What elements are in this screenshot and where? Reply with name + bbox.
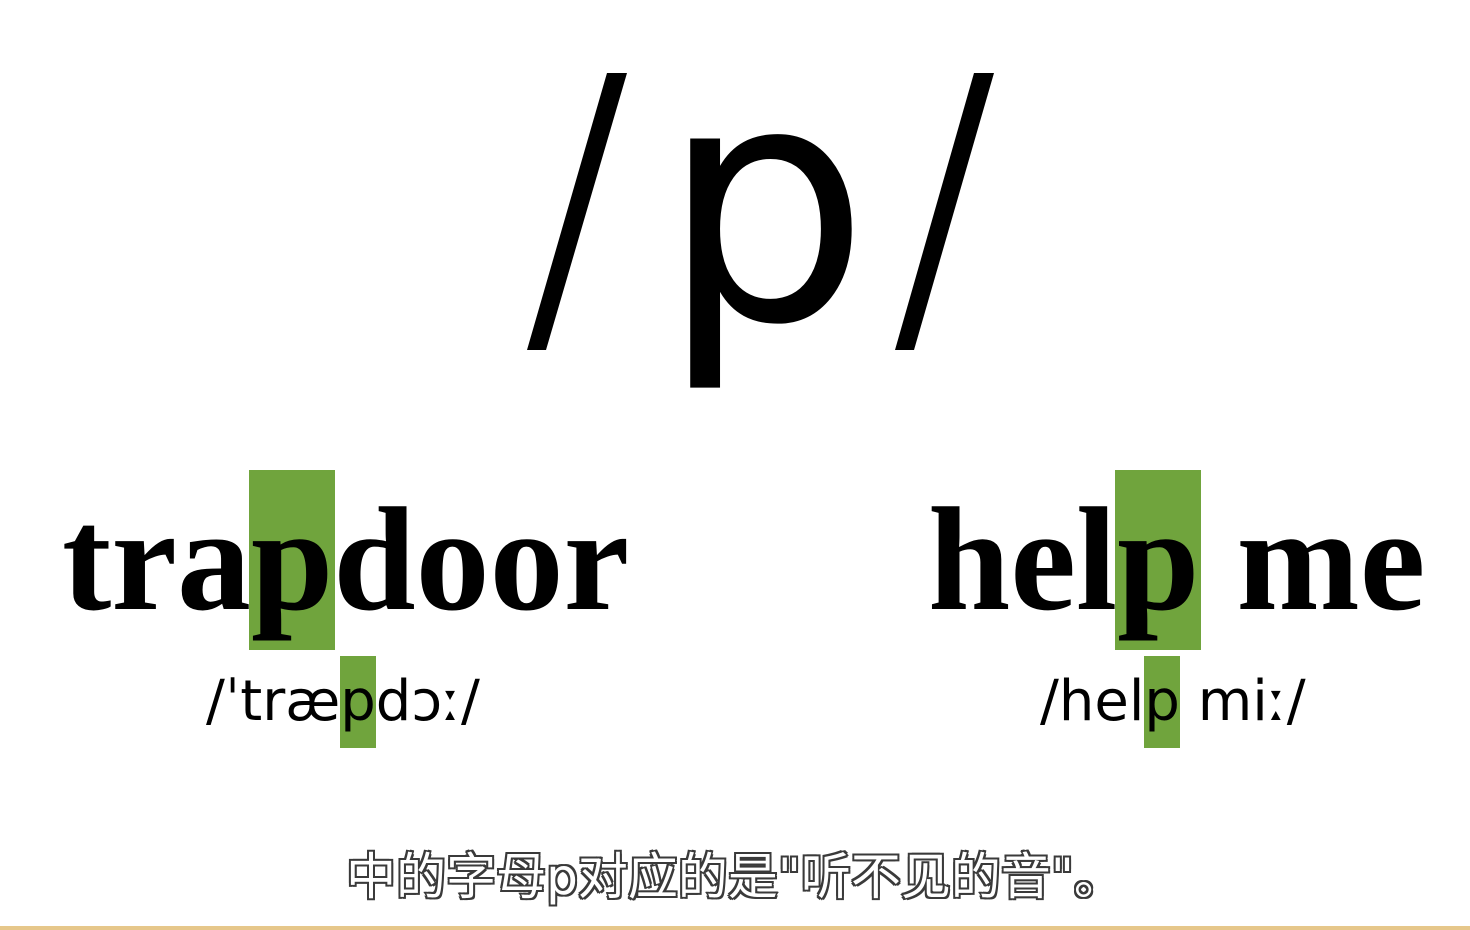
- word-highlighted-letter: p: [1115, 470, 1202, 650]
- word-highlighted-letter: p: [248, 470, 336, 650]
- video-subtitle: 中的字母p对应的是"听不见的音"。: [345, 847, 1126, 908]
- ipa-part-after: dɔː/: [375, 669, 480, 734]
- example-word-help-me: help me: [928, 470, 1425, 650]
- word-part-before: hel: [928, 478, 1118, 642]
- ipa-trapdoor: /ˈtræpdɔː/: [206, 656, 480, 748]
- bottom-divider: [0, 926, 1470, 930]
- ipa-highlighted-sound: p: [340, 656, 376, 748]
- phoneme-heading: p: [0, 0, 1470, 380]
- slide: p trapdoor /ˈtræpdɔː/ help me /help miː/…: [0, 0, 1470, 930]
- slash-right: [895, 73, 994, 350]
- example-word-trapdoor: trapdoor: [62, 470, 629, 650]
- ipa-part-before: /hel: [1040, 669, 1145, 734]
- word-part-before: tra: [62, 478, 251, 642]
- ipa-help-me: /help miː/: [1040, 656, 1306, 748]
- phoneme-letter: p: [660, 13, 870, 397]
- slash-left: [527, 73, 627, 350]
- word-part-after: door: [333, 478, 630, 642]
- ipa-part-before: /ˈtræ: [206, 669, 341, 734]
- ipa-part-after: miː/: [1179, 669, 1306, 734]
- word-part-after: me: [1199, 478, 1426, 642]
- ipa-highlighted-sound: p: [1144, 656, 1180, 748]
